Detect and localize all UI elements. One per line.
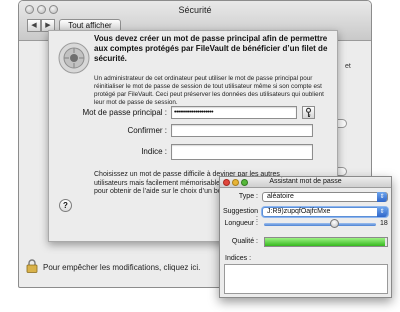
assistant-title: Assistant mot de passe	[269, 178, 342, 185]
assistant-title-bar: Assistant mot de passe	[220, 177, 391, 188]
back-arrow-icon: ◀	[31, 22, 37, 29]
type-label: Type :	[238, 193, 258, 200]
confirm-label: Confirmer :	[127, 126, 167, 135]
quality-label: Qualité :	[231, 238, 258, 245]
quality-meter-fill	[265, 238, 385, 246]
length-slider-track[interactable]	[264, 223, 376, 226]
length-slider-knob[interactable]	[329, 219, 339, 228]
hints-box	[224, 264, 388, 294]
type-value: aléatoire	[267, 193, 294, 200]
type-popup[interactable]: aléatoire ⇕	[262, 192, 388, 202]
back-button[interactable]: ◀	[27, 19, 41, 32]
master-password-field[interactable]: ••••••••••••••••••••	[171, 106, 297, 119]
length-label: Longueur :	[224, 220, 258, 227]
sheet-heading: Vous devez créer un mot de passe princip…	[94, 34, 328, 63]
master-password-label: Mot de passe principal :	[82, 108, 168, 117]
help-button[interactable]: ?	[59, 199, 72, 212]
confirm-password-field[interactable]	[171, 124, 313, 137]
quality-meter	[264, 237, 388, 247]
popup-arrows-icon: ⇕	[377, 192, 387, 202]
sheet-description: Un administrateur de cet ordinateur peut…	[94, 75, 324, 106]
lock-instruction-text: Pour empêcher les modifications, cliquez…	[43, 263, 201, 272]
window-title: Sécurité	[178, 5, 212, 15]
lock-icon[interactable]	[26, 259, 38, 273]
popup-arrows-icon: ⇕	[377, 207, 387, 217]
suggestion-value: J:R9)zupqfOajfcMxe	[267, 208, 331, 215]
hint-field[interactable]	[171, 144, 313, 160]
suggestion-combo[interactable]: J:R9)zupqfOajfcMxe ⇕	[262, 207, 388, 217]
password-assistant-button[interactable]	[302, 106, 315, 119]
filevault-icon	[58, 42, 90, 74]
key-icon	[305, 107, 312, 118]
length-value: 18	[380, 220, 388, 227]
password-assistant-panel: Assistant mot de passe Type : aléatoire …	[219, 176, 392, 298]
background-pane-text: et	[345, 63, 351, 70]
hint-label: Indice :	[141, 147, 167, 156]
forward-arrow-icon: ▶	[45, 22, 51, 29]
hints-label: Indices :	[225, 255, 252, 262]
